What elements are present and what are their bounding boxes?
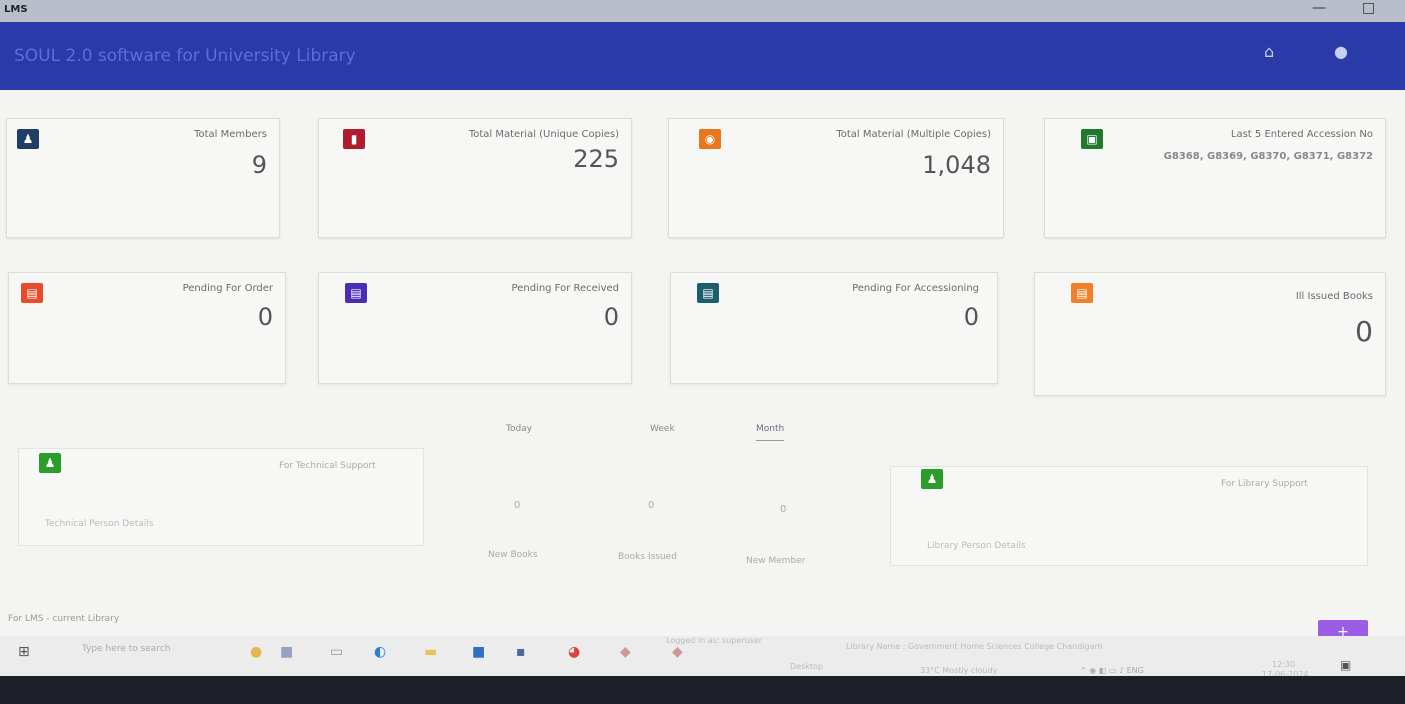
- taskbar-search[interactable]: Type here to search: [62, 640, 247, 660]
- home-icon[interactable]: ⌂: [1264, 42, 1274, 61]
- desktop-label[interactable]: Desktop: [790, 662, 823, 671]
- card-label: Last 5 Entered Accession No: [1230, 129, 1373, 140]
- summary-label: New Member: [746, 556, 806, 566]
- support-icon: ♟: [921, 469, 943, 489]
- card-total-material-unique[interactable]: ▮ Total Material (Unique Copies) 225: [318, 118, 632, 238]
- card-label: Pending For Received: [511, 283, 619, 294]
- copies-icon: ◉: [699, 129, 721, 149]
- card-value: 0: [963, 303, 979, 331]
- tab-today[interactable]: Today: [506, 424, 532, 434]
- taskbar-app-icon[interactable]: ▪: [516, 644, 526, 660]
- technical-support-panel: ♟ For Technical Support Technical Person…: [18, 448, 424, 546]
- technical-person-details[interactable]: Technical Person Details: [45, 519, 154, 529]
- taskview-icon[interactable]: ▭: [330, 644, 343, 660]
- technical-support-title: For Technical Support: [279, 461, 376, 471]
- card-label: Pending For Accessioning: [852, 283, 979, 294]
- tab-week[interactable]: Week: [650, 424, 675, 434]
- search-placeholder: Type here to search: [82, 644, 171, 654]
- card-value: 1,048: [922, 151, 991, 179]
- taskbar-app-icon[interactable]: ■: [280, 644, 293, 660]
- summary-label: New Books: [488, 550, 538, 560]
- library-support-panel: ♟ For Library Support Library Person Det…: [890, 466, 1368, 566]
- taskbar-app-icon[interactable]: ◆: [620, 644, 631, 660]
- screen: LMS — □ SOUL 2.0 software for University…: [0, 0, 1405, 704]
- card-label: Total Members: [194, 129, 267, 140]
- order-icon: ▤: [21, 283, 43, 303]
- library-name: Library Name : Government Home Sciences …: [846, 642, 1103, 651]
- period-summary: Today Week Month 0 0 0 New Books Books I…: [460, 424, 890, 574]
- summary-value: 0: [514, 500, 521, 511]
- card-label: Ill Issued Books: [1295, 291, 1373, 302]
- app-header: SOUL 2.0 software for University Library…: [0, 22, 1405, 90]
- card-total-material-multiple[interactable]: ◉ Total Material (Multiple Copies) 1,048: [668, 118, 1004, 238]
- taskbar: ⊞ Type here to search ● ■ ▭ ◐ ▬ ■ ▪ ◕ ◆ …: [0, 636, 1405, 679]
- card-label: Pending For Order: [182, 283, 273, 294]
- clock-time[interactable]: 12:30: [1272, 660, 1295, 669]
- book-icon: ▮: [343, 129, 365, 149]
- notification-icon[interactable]: ▣: [1340, 658, 1351, 672]
- card-label: Total Material (Unique Copies): [468, 129, 619, 140]
- card-total-members[interactable]: ♟ Total Members 9: [6, 118, 280, 238]
- summary-value: 0: [780, 504, 787, 515]
- members-icon: ♟: [17, 129, 39, 149]
- app-code: LMS: [4, 4, 28, 15]
- status-line: For LMS - current Library: [8, 614, 120, 624]
- card-value: 0: [1355, 315, 1373, 348]
- edge-icon[interactable]: ◐: [374, 644, 386, 660]
- file-explorer-icon[interactable]: ▬: [424, 644, 437, 660]
- user-icon[interactable]: ●: [1334, 42, 1348, 61]
- card-last-accession[interactable]: ▣ Last 5 Entered Accession No G8368, G83…: [1044, 118, 1386, 238]
- weather-widget[interactable]: 33°C Mostly cloudy: [920, 666, 997, 675]
- card-value: 0: [257, 303, 273, 331]
- support-icon: ♟: [39, 453, 61, 473]
- taskbar-app-icon[interactable]: ●: [250, 644, 262, 660]
- accessioning-icon: ▤: [697, 283, 719, 303]
- card-label: Total Material (Multiple Copies): [836, 129, 991, 140]
- page-title: SOUL 2.0 software for University Library: [14, 46, 356, 66]
- tab-month[interactable]: Month: [756, 424, 785, 441]
- card-value: 9: [251, 151, 267, 179]
- monitor-bezel: [0, 676, 1405, 704]
- accession-list: G8368, G8369, G8370, G8371, G8372: [1163, 151, 1373, 162]
- chrome-icon[interactable]: ◕: [568, 644, 580, 660]
- card-pending-accessioning[interactable]: ▤ Pending For Accessioning 0: [670, 272, 998, 384]
- summary-label: Books Issued: [618, 552, 677, 562]
- windows-start-icon[interactable]: ⊞: [18, 644, 30, 660]
- card-pending-received[interactable]: ▤ Pending For Received 0: [318, 272, 632, 384]
- issued-icon: ▤: [1071, 283, 1093, 303]
- card-ill-issued-books[interactable]: ▤ Ill Issued Books 0: [1034, 272, 1386, 396]
- taskbar-app-icon[interactable]: ◆: [672, 644, 683, 660]
- maximize-button[interactable]: □: [1362, 0, 1375, 16]
- logged-in-user: Logged in as: superuser: [666, 636, 763, 645]
- accession-icon: ▣: [1081, 129, 1103, 149]
- minimize-button[interactable]: —: [1312, 0, 1326, 16]
- system-tray-icons[interactable]: ^ ◉ ◧ ▭ ♪ ENG: [1080, 666, 1144, 675]
- library-support-title: For Library Support: [1221, 479, 1308, 489]
- library-person-details[interactable]: Library Person Details: [927, 541, 1026, 551]
- card-value: 225: [573, 145, 619, 173]
- received-icon: ▤: [345, 283, 367, 303]
- window-titlebar: LMS — □: [0, 0, 1405, 22]
- card-value: 0: [603, 303, 619, 331]
- card-pending-order[interactable]: ▤ Pending For Order 0: [8, 272, 286, 384]
- summary-value: 0: [648, 500, 655, 511]
- store-icon[interactable]: ■: [472, 644, 485, 660]
